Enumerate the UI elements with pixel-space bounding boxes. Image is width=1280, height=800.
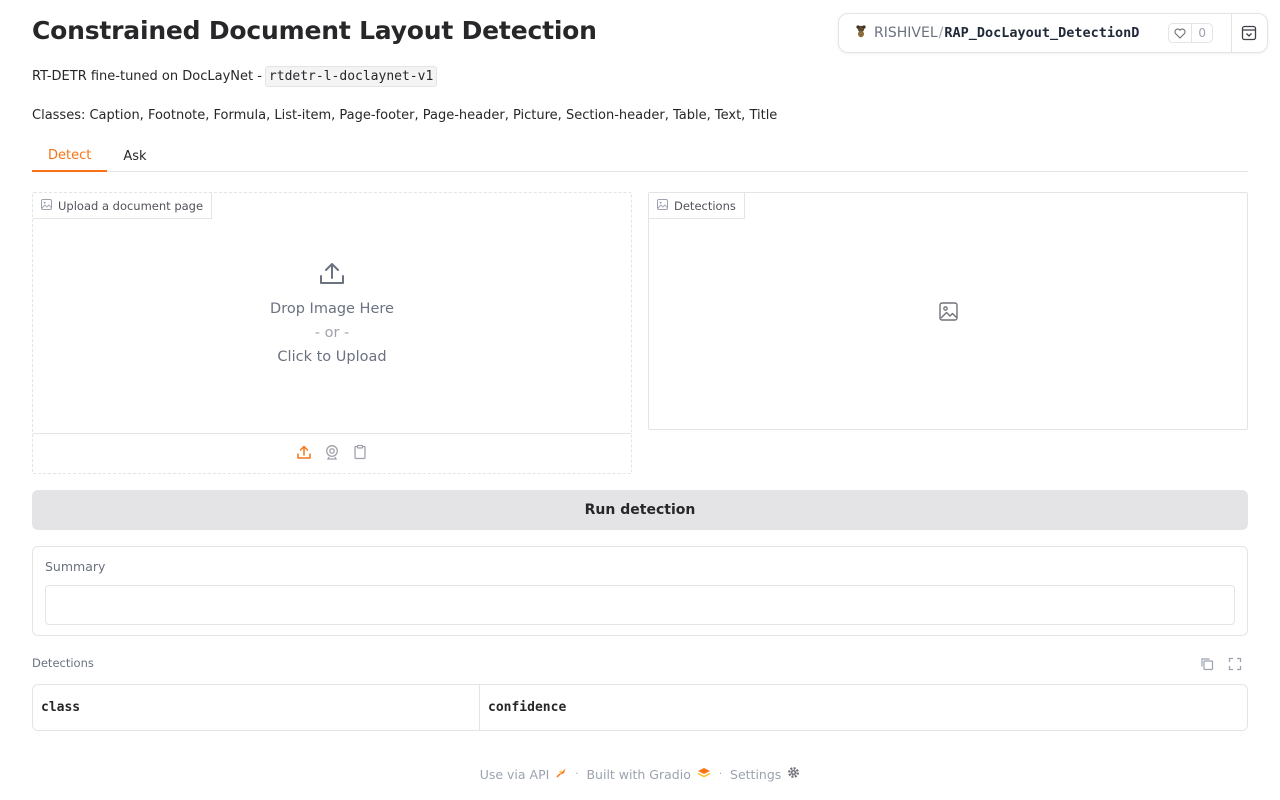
column-header-class[interactable]: class: [33, 685, 480, 730]
drop-text: Drop Image Here: [270, 301, 394, 317]
heart-icon: [1169, 24, 1193, 42]
tab-detect[interactable]: Detect: [32, 141, 108, 172]
space-logo-icon: [854, 24, 868, 42]
built-text: Built with Gradio: [586, 766, 691, 782]
image-placeholder-icon: [939, 302, 958, 325]
upload-panel: Drop Image Here - or - Click to Upload U…: [32, 192, 632, 474]
detections-label-text: Detections: [674, 198, 736, 213]
image-icon: [41, 198, 52, 213]
gear-icon: [787, 766, 800, 782]
upload-toolbar: [33, 433, 631, 473]
settings-link[interactable]: Settings: [730, 766, 800, 782]
table-tools: [1200, 656, 1242, 675]
collapse-icon[interactable]: [1241, 25, 1257, 45]
like-button[interactable]: 0: [1168, 23, 1213, 43]
subtitle: RT-DETR fine-tuned on DocLayNet - rtdetr…: [32, 66, 438, 87]
summary-textbox[interactable]: [45, 585, 1235, 625]
api-text: Use via API: [479, 766, 550, 782]
detections-table: class confidence: [32, 684, 1248, 731]
image-icon: [657, 198, 668, 213]
use-via-api-link[interactable]: Use via API: [480, 767, 568, 782]
space-badge: RISHIVEL / RAP_DocLayout_DetectionD 0: [838, 13, 1268, 53]
summary-label: Summary: [45, 559, 106, 574]
detections-image-panel: Detections: [648, 192, 1248, 430]
gradio-logo-icon: [697, 767, 711, 782]
detections-table-label: Detections: [32, 656, 94, 670]
space-owner-link[interactable]: RISHIVEL: [874, 25, 938, 41]
badge-divider: [1231, 14, 1232, 52]
column-header-confidence[interactable]: confidence: [480, 685, 566, 730]
like-count: 0: [1198, 26, 1206, 40]
run-detection-button[interactable]: Run detection: [32, 490, 1248, 530]
copy-icon[interactable]: [1200, 656, 1214, 675]
space-separator: /: [938, 25, 944, 41]
space-repo-link[interactable]: RAP_DocLayout_DetectionD: [944, 25, 1158, 41]
tab-bar: Detect Ask: [32, 141, 1248, 172]
webcam-icon[interactable]: [324, 444, 340, 464]
upload-arrow-icon: [318, 259, 346, 291]
upload-icon[interactable]: [296, 444, 312, 464]
upload-label-text: Upload a document page: [58, 198, 204, 213]
or-text: - or -: [314, 325, 350, 341]
upload-panel-label: Upload a document page: [33, 193, 213, 219]
upload-dropzone[interactable]: Drop Image Here - or - Click to Upload: [33, 193, 631, 433]
footer-separator: ·: [718, 768, 723, 780]
summary-block: Summary: [32, 546, 1248, 636]
fullscreen-icon[interactable]: [1228, 656, 1242, 675]
model-code: rtdetr-l-doclaynet-v1: [264, 66, 438, 87]
click-upload-text: Click to Upload: [277, 349, 387, 365]
page-title: Constrained Document Layout Detection: [32, 16, 597, 45]
clipboard-icon[interactable]: [352, 444, 368, 464]
built-with-gradio-link[interactable]: Built with Gradio: [586, 766, 711, 782]
classes-list: Classes: Caption, Footnote, Formula, Lis…: [32, 108, 778, 123]
tab-ask[interactable]: Ask: [107, 141, 162, 172]
footer-separator: ·: [575, 768, 579, 780]
rocket-icon: [555, 767, 567, 782]
detections-panel-label: Detections: [649, 193, 745, 219]
footer: Use via API · Built with Gradio · Settin…: [0, 764, 1280, 784]
subtitle-text: RT-DETR fine-tuned on DocLayNet -: [32, 69, 262, 84]
settings-text: Settings: [730, 766, 782, 782]
